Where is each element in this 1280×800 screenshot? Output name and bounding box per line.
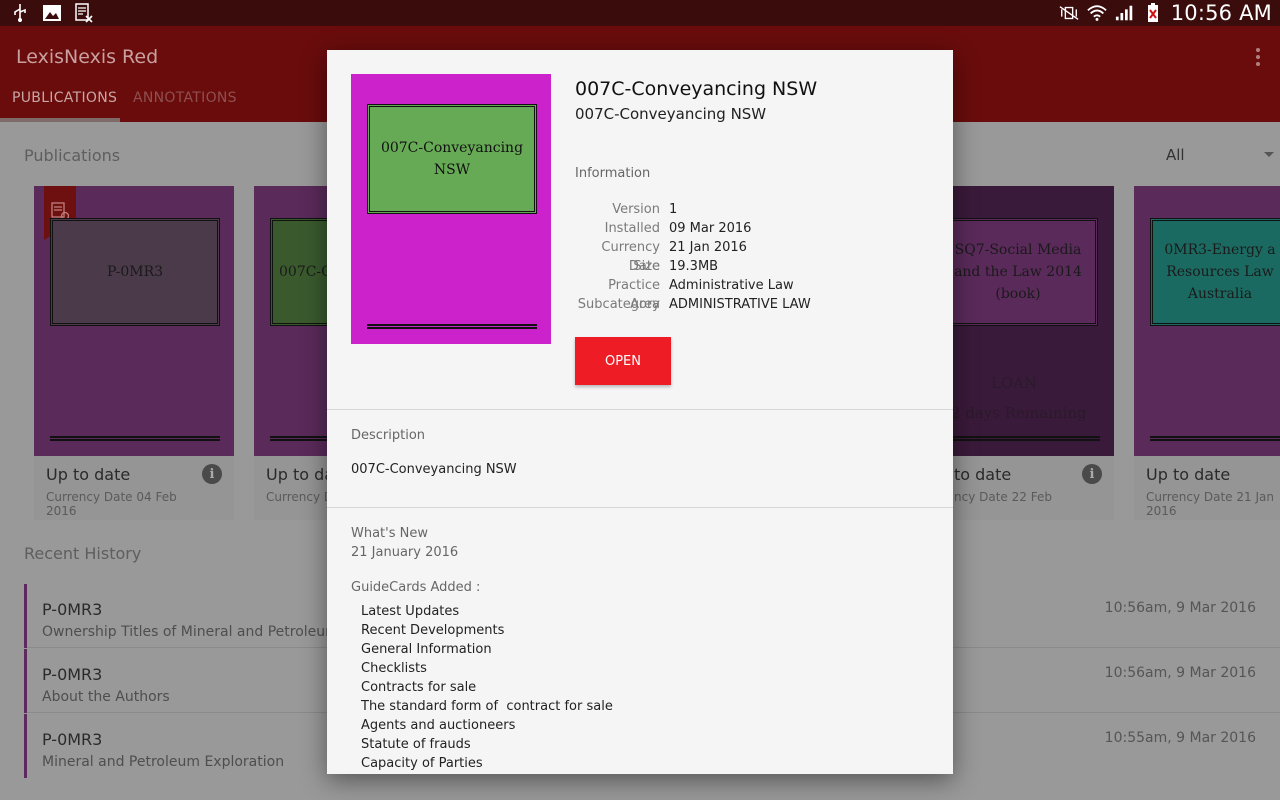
history-subtitle: About the Authors (42, 689, 170, 705)
recent-history-heading: Recent History (24, 544, 142, 563)
document-close-icon (74, 3, 94, 23)
history-subtitle: Mineral and Petroleum Exploration (42, 754, 285, 770)
guidecards-heading: GuideCards Added : (351, 580, 481, 595)
guidecard-item: Recent Developments (361, 623, 505, 638)
info-row-installed: Installed 09 Mar 2016 (575, 219, 811, 238)
description-heading: Description (351, 428, 426, 443)
tab-publications[interactable]: PUBLICATIONS (12, 90, 117, 106)
info-key: Practice Area (608, 278, 660, 312)
info-key: Size (633, 259, 660, 274)
info-value: Administrative Law (669, 278, 794, 293)
guidecard-item: Contracts for sale (361, 680, 477, 695)
info-row-currency-date: Currency Date 21 Jan 2016 (575, 238, 811, 274)
loan-days: 22 days Remaining (941, 404, 1087, 422)
divider (327, 507, 953, 508)
vibrate-mute-icon (1059, 3, 1079, 23)
card-status: to date (954, 465, 1012, 484)
history-title: P-0MR3 (42, 600, 103, 619)
cover-title: 0MR3-Energy a Resources Law Australia (1150, 218, 1280, 326)
image-icon (42, 3, 62, 23)
dropdown-arrow-icon[interactable] (1264, 152, 1274, 157)
guidecard-item: Agents and auctioneers (361, 718, 516, 733)
dialog-cover-title: 007C-Conveyancing NSW (367, 104, 537, 214)
info-row-practice-area: Practice Area Administrative Law (575, 276, 811, 312)
cover-rule (367, 324, 537, 329)
history-subtitle: Ownership Titles of Mineral and Petroleu… (42, 624, 361, 640)
history-title: P-0MR3 (42, 730, 103, 749)
information-heading: Information (575, 166, 651, 181)
history-accent (24, 714, 27, 778)
info-row-subcategory: Subcategory ADMINISTRATIVE LAW (575, 295, 811, 314)
card-status: Up to date (46, 465, 131, 484)
dialog-subtitle: 007C-Conveyancing NSW (575, 105, 767, 123)
whats-new-heading: What's New (351, 526, 428, 541)
cover-title: P-0MR3 (50, 218, 220, 326)
app-title: LexisNexis Red (16, 46, 159, 68)
card-status: Up to da (266, 465, 335, 484)
publications-heading: Publications (24, 146, 121, 165)
cover-rule (930, 436, 1100, 441)
history-title: P-0MR3 (42, 665, 103, 684)
publication-card[interactable]: 0MR3-Energy a Resources Law Australia Up… (1134, 186, 1280, 520)
history-time: 10:56am, 9 Mar 2016 (1104, 600, 1256, 616)
info-key: Installed (604, 221, 660, 236)
history-time: 10:55am, 9 Mar 2016 (1104, 730, 1256, 746)
wifi-icon (1087, 3, 1107, 23)
info-value: 21 Jan 2016 (669, 240, 747, 255)
divider (327, 409, 953, 410)
guidecard-item: General Information (361, 642, 492, 657)
info-value: ADMINISTRATIVE LAW (669, 297, 811, 312)
card-currency-date: Currency Date 21 Jan 2016 (1146, 490, 1274, 518)
guidecard-item: The standard form of contract for sale (361, 699, 613, 714)
info-row-version: Version 1 (575, 200, 811, 219)
signal-icon (1115, 3, 1135, 23)
card-currency-date: Currency Date 04 Feb 2016 (46, 490, 177, 518)
overflow-menu-icon[interactable] (1256, 48, 1260, 66)
publication-card[interactable]: P-0MR3 Up to date Currency Date 04 Feb 2… (34, 186, 234, 520)
dialog-title: 007C-Conveyancing NSW (575, 78, 818, 100)
loan-label: LOAN (990, 374, 1038, 392)
info-icon[interactable]: i (202, 464, 222, 484)
info-key: Currency Date (601, 240, 660, 274)
cover-rule (50, 436, 220, 441)
filter-dropdown[interactable]: All (1166, 146, 1185, 164)
cover-title: SQ7-Social Media and the Law 2014 (book) (938, 218, 1098, 326)
description-text: 007C-Conveyancing NSW (351, 462, 517, 477)
whats-new-date: 21 January 2016 (351, 545, 459, 560)
info-icon[interactable]: i (1082, 464, 1102, 484)
info-key: Version (612, 202, 660, 217)
usb-icon (10, 3, 30, 23)
guidecard-item: Capacity of Parties (361, 756, 483, 771)
information-table: Version 1 Installed 09 Mar 2016 Currency D… (575, 200, 811, 314)
open-button[interactable]: OPEN (575, 337, 671, 385)
publication-cover[interactable]: P-0MR3 (34, 186, 234, 456)
card-currency-date: ncy Date 22 Feb (954, 490, 1052, 504)
history-accent (24, 584, 27, 648)
publication-details-dialog: 007C-Conveyancing NSW 007C-Conveyancing … (327, 50, 953, 774)
dialog-publication-cover: 007C-Conveyancing NSW (351, 74, 551, 344)
guidecard-item: Statute of frauds (361, 737, 471, 752)
guidecard-item: Latest Updates (361, 604, 460, 619)
info-value: 09 Mar 2016 (669, 221, 752, 236)
info-row-size: Size 19.3MB (575, 257, 811, 276)
cover-rule (1150, 436, 1280, 441)
guidecards-list: Latest Updates Recent Developments Gener… (361, 602, 613, 773)
guidecard-item: Checklists (361, 661, 427, 676)
publication-cover[interactable]: 0MR3-Energy a Resources Law Australia (1134, 186, 1280, 456)
history-accent (24, 649, 27, 713)
battery-icon (1143, 3, 1163, 23)
info-value: 19.3MB (669, 259, 719, 274)
status-bar: 10:56 AM (0, 0, 1280, 26)
info-key: Subcategory (577, 297, 660, 312)
card-status: Up to date (1146, 465, 1231, 484)
history-time: 10:56am, 9 Mar 2016 (1104, 665, 1256, 681)
tab-annotations[interactable]: ANNOTATIONS (133, 90, 237, 106)
info-value: 1 (669, 202, 678, 217)
clock: 10:56 AM (1170, 1, 1272, 25)
